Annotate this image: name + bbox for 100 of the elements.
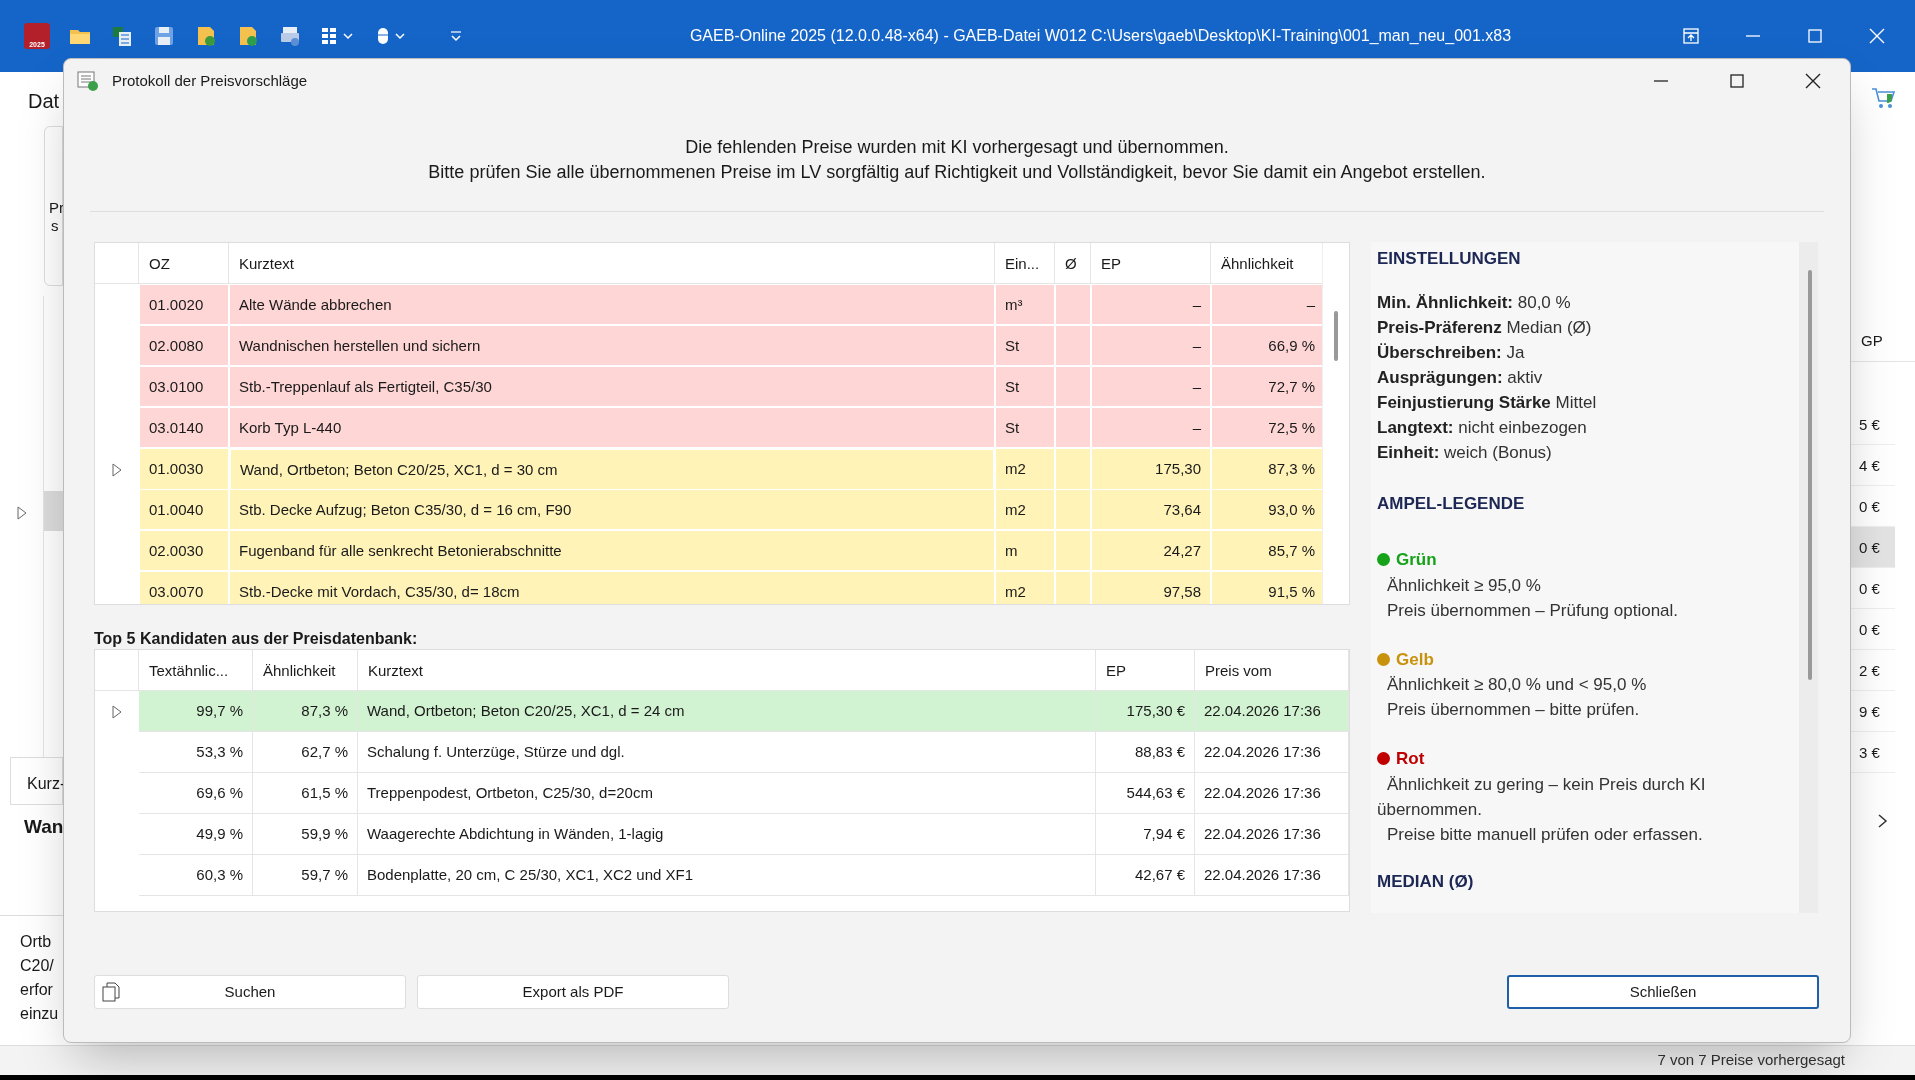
legend-text: Ähnlichkeit zu gering – kein Preis durch KI übernommen. bbox=[1377, 773, 1707, 821]
expand-arrow-icon[interactable] bbox=[15, 506, 28, 520]
legend-label: Grün bbox=[1396, 549, 1437, 571]
pin-icon[interactable] bbox=[1681, 26, 1701, 46]
table-cell: 97,58 bbox=[1091, 571, 1211, 604]
setting-text: Überschreiben: Ja bbox=[1377, 342, 1526, 364]
detail-title: Wan bbox=[23, 815, 63, 839]
column-header[interactable]: OZ bbox=[139, 243, 229, 284]
table-cell: Stb.-Treppenlauf als Fertigteil, C35/30 bbox=[229, 366, 995, 407]
legend-text: Ähnlichkeit ≥ 80,0 % und < 95,0 % bbox=[1386, 674, 1648, 696]
table-row[interactable]: 01.0030 Wand, Ortbeton; Beton C20/25, XC1, d = 30 cm m2 175,30 87,3 % bbox=[139, 448, 1325, 491]
table-cell: Treppenpodest, Ortbeton, C25/30, d=20cm bbox=[358, 773, 1096, 814]
table-cell: 62,7 % bbox=[253, 732, 358, 773]
legend-label: Gelb bbox=[1396, 648, 1434, 671]
table-cell: 59,7 % bbox=[253, 855, 358, 896]
copy-icon bbox=[101, 981, 121, 1003]
table-cell: St bbox=[995, 325, 1055, 366]
table-row[interactable]: 03.0070 Stb.-Decke mit Vordach, C35/30, d= 18cm m2 97,58 91,5 % bbox=[139, 571, 1325, 604]
close-button[interactable]: Schließen bbox=[1507, 975, 1819, 1009]
table-cell: Korb Typ L-440 bbox=[229, 407, 995, 448]
setting-text: Min. Ähnlichkeit: 80,0 % bbox=[1377, 292, 1572, 314]
save-icon[interactable] bbox=[152, 24, 176, 48]
table-cell: 01.0020 bbox=[139, 284, 229, 325]
setting-text: Preis-Präferenz Median (Ø) bbox=[1377, 317, 1593, 339]
cart-icon[interactable] bbox=[1871, 86, 1897, 110]
table-row[interactable]: 01.0040 Stb. Decke Aufzug; Beton C35/30, d = 16 cm, F90 m2 73,64 93,0 % bbox=[139, 489, 1325, 530]
table-cell bbox=[1055, 284, 1091, 325]
table-cell: 7,94 € bbox=[1096, 814, 1195, 855]
table-cell: 03.0070 bbox=[139, 571, 229, 604]
table-cell: 24,27 bbox=[1091, 530, 1211, 571]
scrollbar-thumb[interactable] bbox=[1334, 311, 1338, 361]
table-cell: 69,6 % bbox=[139, 773, 253, 814]
table-cell: 42,67 € bbox=[1096, 855, 1195, 896]
table-row[interactable]: 03.0140 Korb Typ L-440 St – 72,5 % bbox=[139, 407, 1325, 448]
table-cell: 03.0140 bbox=[139, 407, 229, 448]
table-cell bbox=[1055, 366, 1091, 407]
column-header[interactable]: Ø bbox=[1055, 243, 1091, 284]
setting-text: Feinjustierung Stärke Mittel bbox=[1377, 392, 1598, 414]
table-cell: 22.04.2026 17:36 bbox=[1195, 691, 1349, 732]
table-cell: Waagerechte Abdichtung in Wänden, 1-lagig bbox=[358, 814, 1096, 855]
table-cell: 02.0030 bbox=[139, 530, 229, 571]
maximize-icon[interactable] bbox=[1805, 26, 1825, 46]
table-cell: 88,83 € bbox=[1096, 732, 1195, 773]
table-cell: 53,3 % bbox=[139, 732, 253, 773]
table-cell: 22.04.2026 17:36 bbox=[1195, 773, 1349, 814]
printer-icon[interactable] bbox=[278, 24, 302, 48]
table-cell: 22.04.2026 17:36 bbox=[1195, 855, 1349, 896]
legend-label: Rot bbox=[1396, 748, 1425, 770]
setting-text: Einheit: weich (Bonus) bbox=[1377, 442, 1553, 464]
table-cell: m³ bbox=[995, 284, 1055, 325]
table-row[interactable]: 02.0080 Wandnischen herstellen und sichern St – 66,9 % bbox=[139, 325, 1325, 366]
table-cell: Bodenplatte, 20 cm, C 25/30, XC1, XC2 und XF1 bbox=[358, 855, 1096, 896]
close-icon[interactable] bbox=[1804, 72, 1822, 90]
table-cell: 22.04.2026 17:36 bbox=[1195, 814, 1349, 855]
ribbon-label: Pr bbox=[49, 199, 62, 217]
section-heading: AMPEL-LEGENDE bbox=[1377, 493, 1526, 515]
table-cell: m bbox=[995, 530, 1055, 571]
table-cell: Stb. Decke Aufzug; Beton C35/30, d = 16 cm, F90 bbox=[229, 489, 995, 530]
table-cell: 73,64 bbox=[1091, 489, 1211, 530]
column-header[interactable]: Kurztext bbox=[229, 243, 995, 284]
table-cell: 0 € bbox=[1851, 527, 1895, 568]
table-cell: Wand, Ortbeton; Beton C20/25, XC1, d = 24 cm bbox=[358, 691, 1096, 732]
setting-text: Ausprägungen: aktiv bbox=[1377, 367, 1544, 389]
table-cell: 60,3 % bbox=[139, 855, 253, 896]
column-header[interactable]: Ein... bbox=[995, 243, 1055, 284]
legend-text: Preis übernommen – bitte prüfen. bbox=[1386, 699, 1641, 721]
table-cell: m2 bbox=[995, 489, 1055, 530]
search-button[interactable]: Suchen bbox=[94, 975, 406, 1009]
legend-text: Ähnlichkeit ≥ 95,0 % bbox=[1386, 574, 1542, 597]
table-cell: St bbox=[995, 407, 1055, 448]
section-title: Top 5 Kandidaten aus der Preisdatenbank: bbox=[94, 629, 419, 649]
scrollbar-thumb[interactable] bbox=[1808, 270, 1812, 680]
ribbon-label: s bbox=[50, 217, 60, 235]
table-cell: 99,7 % bbox=[139, 691, 253, 732]
table-row[interactable]: 01.0020 Alte Wände abbrechen m³ – – bbox=[139, 284, 1325, 325]
table-cell: Fugenband für alle senkrecht Betonierabschnitte bbox=[229, 530, 995, 571]
table-cell: – bbox=[1091, 366, 1211, 407]
ribbon-tab[interactable]: Dat bbox=[0, 72, 63, 120]
section-heading: MEDIAN (Ø) bbox=[1377, 870, 1475, 893]
longtext-line: einzu bbox=[20, 1004, 60, 1024]
table-cell: Stb.-Decke mit Vordach, C35/30, d= 18cm bbox=[229, 571, 995, 604]
maximize-icon[interactable] bbox=[1728, 72, 1746, 90]
list-icon bbox=[76, 69, 100, 93]
chevron-right-icon[interactable] bbox=[1877, 813, 1889, 829]
detail-tab[interactable]: Kurz- bbox=[10, 757, 63, 805]
table-cell: 22.04.2026 17:36 bbox=[1195, 732, 1349, 773]
legend-text: Preise bitte manuell prüfen oder erfassen. bbox=[1386, 823, 1704, 846]
table-cell: Wandnischen herstellen und sichern bbox=[229, 325, 995, 366]
table-cell: 01.0040 bbox=[139, 489, 229, 530]
setting-text: Langtext: nicht einbezogen bbox=[1377, 417, 1588, 439]
status-text: 7 von 7 Preise vorhergesagt bbox=[1657, 1050, 1845, 1071]
export-button[interactable]: Export als PDF bbox=[417, 975, 729, 1009]
table-cell: 175,30 € bbox=[1096, 691, 1195, 732]
dialog-title: Protokoll der Preisvorschläge bbox=[112, 70, 309, 91]
table-row[interactable]: 03.0100 Stb.-Treppenlauf als Fertigteil, C35/30 St – 72,7 % bbox=[139, 366, 1325, 407]
spreadsheet-icon[interactable] bbox=[110, 24, 134, 48]
table-cell: 59,9 % bbox=[253, 814, 358, 855]
table-row[interactable]: 02.0030 Fugenband für alle senkrecht Betonierabschnitte m 24,27 85,7 % bbox=[139, 530, 1325, 571]
column-header[interactable]: EP bbox=[1091, 243, 1211, 284]
table-cell bbox=[1055, 407, 1091, 448]
